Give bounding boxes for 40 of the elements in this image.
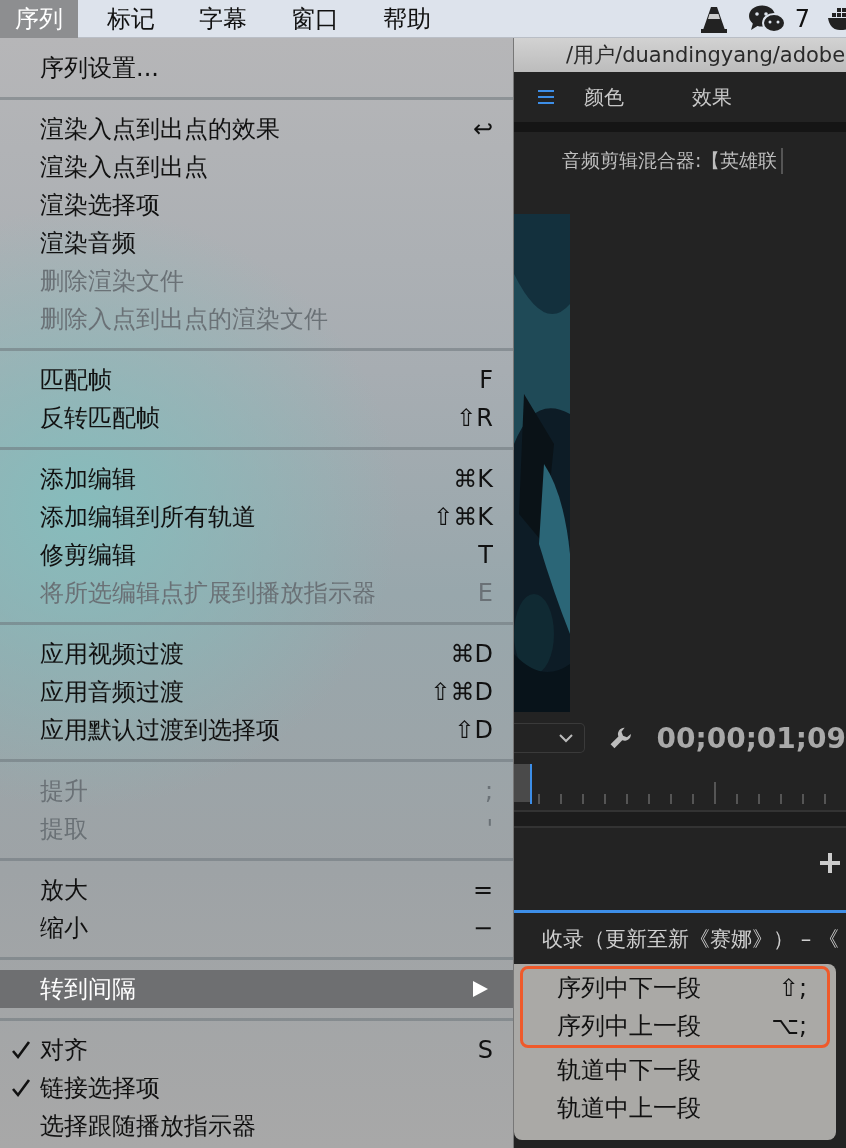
timecode: 00;00;01;09 bbox=[656, 721, 846, 755]
add-icon[interactable] bbox=[820, 853, 840, 873]
submenu-arrow-icon bbox=[471, 980, 489, 998]
menu-item[interactable]: 添加编辑到所有轨道 ⇧⌘K bbox=[0, 498, 513, 536]
menu-item[interactable]: 反转匹配帧 ⇧R bbox=[0, 399, 513, 437]
panel-tab[interactable]: 效果 bbox=[692, 83, 732, 111]
mixer-label: 音频剪辑混合器:【英雄联 bbox=[562, 148, 784, 174]
menu-item[interactable]: 添加编辑 ⌘K bbox=[0, 460, 513, 498]
notification-count: 7 bbox=[794, 4, 810, 33]
menu-item[interactable]: 链接选择项 bbox=[0, 1069, 513, 1107]
dropdown-field[interactable] bbox=[514, 723, 586, 753]
submenu-item[interactable]: 轨道中下一段 bbox=[523, 1051, 827, 1089]
chevron-down-icon bbox=[558, 733, 575, 743]
menu-item[interactable]: 放大 = bbox=[0, 871, 513, 909]
submenu-item[interactable]: 序列中上一段 ⌥; bbox=[523, 1007, 827, 1045]
menu-item[interactable]: 应用音频过渡 ⇧⌘D bbox=[0, 673, 513, 711]
menu-icon[interactable] bbox=[538, 90, 554, 104]
menu-item[interactable]: 渲染入点到出点 bbox=[0, 148, 513, 186]
menu-item[interactable]: 缩小 − bbox=[0, 909, 513, 947]
submenu-item[interactable]: 序列中下一段 ⇧; bbox=[523, 969, 827, 1007]
menu-item[interactable]: 匹配帧 F bbox=[0, 361, 513, 399]
chat-bubbles-icon[interactable] bbox=[746, 3, 787, 34]
menu-item[interactable]: 渲染选择项 bbox=[0, 186, 513, 224]
sequence-title: 收录（更新至新《赛娜》） – 《 bbox=[542, 926, 839, 953]
menu-item[interactable]: 应用默认过渡到选择项 ⇧D bbox=[0, 711, 513, 749]
menu-bar-item[interactable]: 标记 bbox=[92, 0, 170, 38]
menu-item[interactable]: 应用视频过渡 ⌘D bbox=[0, 635, 513, 673]
panel-tab[interactable]: 颜色 bbox=[584, 83, 624, 111]
menu-item[interactable]: 修剪编辑 T bbox=[0, 536, 513, 574]
menu-bar-item[interactable]: 窗口 bbox=[276, 0, 354, 38]
menu-bar-item[interactable]: 帮助 bbox=[368, 0, 446, 38]
submenu-item[interactable]: 轨道中上一段 bbox=[523, 1089, 827, 1127]
menu-bar-item[interactable]: 字幕 bbox=[184, 0, 262, 38]
menu-item[interactable]: 序列设置... bbox=[0, 49, 513, 87]
menu-item[interactable]: 渲染入点到出点的效果 ↩ bbox=[0, 110, 513, 148]
menu-item[interactable]: 渲染音频 bbox=[0, 224, 513, 262]
file-path: /用户/duandingyang/adobe bbox=[566, 42, 846, 69]
menu-item[interactable]: 对齐 S bbox=[0, 1031, 513, 1069]
menu-item[interactable]: 选择跟随播放指示器 bbox=[0, 1107, 513, 1145]
menu-item[interactable]: 转到间隔 bbox=[0, 970, 513, 1008]
